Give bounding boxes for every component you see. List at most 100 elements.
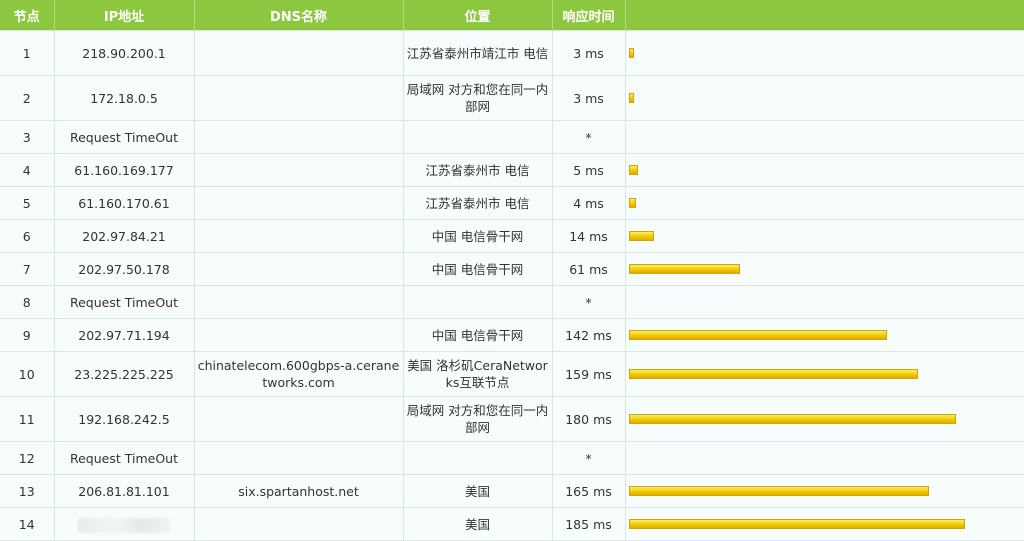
time-cell: *	[551, 285, 626, 319]
hop-cell: 3	[0, 120, 55, 154]
dns-cell	[193, 30, 404, 76]
location-cell: 江苏省泰州市靖江市 电信	[402, 30, 553, 76]
ip-cell: Request TimeOut	[53, 120, 195, 154]
location-cell: 江苏省泰州市 电信	[402, 153, 553, 187]
location-cell	[402, 285, 553, 319]
latency-bar-cell	[624, 30, 1024, 76]
column-header-time: 响应时间	[552, 0, 626, 31]
hop-cell: 9	[0, 318, 55, 352]
ip-cell: 202.97.71.194	[53, 318, 195, 352]
latency-bar-cell	[624, 285, 1024, 319]
ip-cell: 61.160.169.177	[53, 153, 195, 187]
ip-cell: Request TimeOut	[53, 285, 195, 319]
time-cell: 3 ms	[551, 30, 626, 76]
time-cell: *	[551, 441, 626, 475]
table-row: 10 23.225.225.225 chinatelecom.600gbps-a.c…	[0, 351, 1024, 397]
hop-cell: 1	[0, 30, 55, 76]
table-row: 2 172.18.0.5 局域网 对方和您在同一内部网 3 ms	[0, 75, 1024, 121]
table-row: 11 192.168.242.5 局域网 对方和您在同一内部网 180 ms	[0, 396, 1024, 442]
time-cell: 165 ms	[551, 474, 626, 508]
ip-cell: 218.90.200.1	[53, 30, 195, 76]
time-cell: 5 ms	[551, 153, 626, 187]
dns-cell	[193, 318, 404, 352]
latency-bar	[628, 519, 965, 529]
dns-cell	[193, 120, 404, 154]
time-cell: 61 ms	[551, 252, 626, 286]
time-cell: 4 ms	[551, 186, 626, 220]
location-cell: 中国 电信骨干网	[402, 318, 553, 352]
latency-bar-cell	[624, 474, 1024, 508]
latency-bar-cell	[624, 120, 1024, 154]
location-cell: 江苏省泰州市 电信	[402, 186, 553, 220]
hop-cell: 10	[0, 351, 55, 397]
location-cell: 局域网 对方和您在同一内部网	[402, 75, 553, 121]
ip-cell: 23.225.225.225	[53, 351, 195, 397]
latency-bar	[628, 486, 929, 496]
hop-cell: 8	[0, 285, 55, 319]
dns-cell	[193, 252, 404, 286]
time-cell: 180 ms	[551, 396, 626, 442]
column-header-ip: IP地址	[54, 0, 195, 31]
traceroute-table: 节点 IP地址 DNS名称 位置 响应时间 1 218.90.200.1 江苏省泰州…	[0, 0, 1024, 541]
column-header-dns: DNS名称	[194, 0, 404, 31]
ip-cell: 192.168.242.5	[53, 396, 195, 442]
latency-bar-cell	[624, 153, 1024, 187]
dns-cell	[193, 396, 404, 442]
latency-bar-cell	[624, 351, 1024, 397]
hop-cell: 11	[0, 396, 55, 442]
ip-cell: 61.160.170.61	[53, 186, 195, 220]
location-cell: 局域网 对方和您在同一内部网	[402, 396, 553, 442]
location-cell: 中国 电信骨干网	[402, 252, 553, 286]
latency-bar	[628, 198, 636, 208]
table-row: 1 218.90.200.1 江苏省泰州市靖江市 电信 3 ms	[0, 30, 1024, 76]
location-cell	[402, 120, 553, 154]
hop-cell: 12	[0, 441, 55, 475]
table-row: 3 Request TimeOut *	[0, 120, 1024, 154]
table-row: 14 美国 185 ms	[0, 507, 1024, 541]
dns-cell	[193, 186, 404, 220]
latency-bar	[628, 165, 638, 175]
latency-bar	[628, 231, 654, 241]
time-cell: 159 ms	[551, 351, 626, 397]
time-cell: 3 ms	[551, 75, 626, 121]
dns-cell: six.spartanhost.net	[193, 474, 404, 508]
latency-bar	[628, 264, 740, 274]
table-row: 5 61.160.170.61 江苏省泰州市 电信 4 ms	[0, 186, 1024, 220]
table-row: 12 Request TimeOut *	[0, 441, 1024, 475]
table-row: 7 202.97.50.178 中国 电信骨干网 61 ms	[0, 252, 1024, 286]
hop-cell: 13	[0, 474, 55, 508]
latency-bar	[628, 330, 887, 340]
time-cell: *	[551, 120, 626, 154]
dns-cell	[193, 507, 404, 541]
dns-cell	[193, 441, 404, 475]
location-cell: 美国 洛杉矶CeraNetworks互联节点	[402, 351, 553, 397]
hop-cell: 6	[0, 219, 55, 253]
dns-cell: chinatelecom.600gbps-a.ceranetworks.com	[193, 351, 404, 397]
ip-cell	[53, 507, 195, 541]
column-header-hop: 节点	[0, 0, 55, 31]
hop-cell: 5	[0, 186, 55, 220]
dns-cell	[193, 219, 404, 253]
latency-bar	[628, 369, 918, 379]
latency-bar-cell	[624, 75, 1024, 121]
latency-bar	[628, 48, 634, 58]
latency-bar-cell	[624, 252, 1024, 286]
ip-cell: 206.81.81.101	[53, 474, 195, 508]
hop-cell: 4	[0, 153, 55, 187]
ip-cell: Request TimeOut	[53, 441, 195, 475]
latency-bar-cell	[624, 396, 1024, 442]
location-cell: 中国 电信骨干网	[402, 219, 553, 253]
location-cell: 美国	[402, 474, 553, 508]
table-header-row: 节点 IP地址 DNS名称 位置 响应时间	[0, 0, 1024, 31]
table-row: 13 206.81.81.101 six.spartanhost.net 美国 165 …	[0, 474, 1024, 508]
location-cell: 美国	[402, 507, 553, 541]
redacted-ip	[78, 517, 170, 533]
time-cell: 142 ms	[551, 318, 626, 352]
table-row: 4 61.160.169.177 江苏省泰州市 电信 5 ms	[0, 153, 1024, 187]
latency-bar	[628, 93, 634, 103]
column-header-location: 位置	[403, 0, 553, 31]
latency-bar	[628, 414, 956, 424]
ip-cell: 172.18.0.5	[53, 75, 195, 121]
latency-bar-cell	[624, 318, 1024, 352]
hop-cell: 2	[0, 75, 55, 121]
